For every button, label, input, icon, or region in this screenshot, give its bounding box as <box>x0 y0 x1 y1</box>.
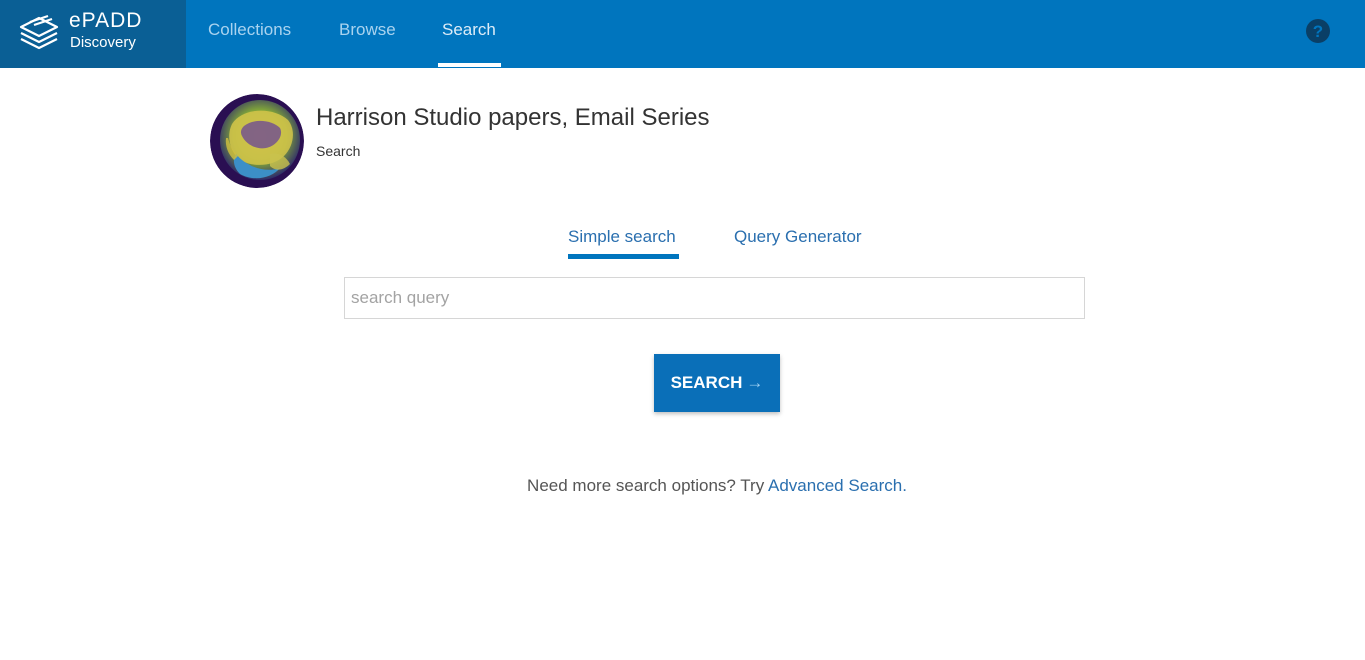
nav-active-indicator <box>438 63 501 67</box>
brand-name: ePADD <box>69 9 143 32</box>
nav-browse[interactable]: Browse <box>339 0 396 68</box>
brand-logo[interactable]: ePADD Discovery <box>0 0 186 68</box>
search-button[interactable]: SEARCH → <box>654 354 780 412</box>
nav-collections[interactable]: Collections <box>208 0 291 68</box>
collection-image <box>210 94 304 188</box>
collection-title: Harrison Studio papers, Email Series <box>316 104 710 131</box>
nav-search[interactable]: Search <box>442 0 496 68</box>
question-circle-icon[interactable]: ? <box>1305 18 1331 44</box>
svg-text:?: ? <box>1313 22 1323 41</box>
brand-subtitle: Discovery <box>70 34 136 51</box>
page-subtitle: Search <box>316 143 361 159</box>
hint-suffix: . <box>902 476 907 495</box>
search-input[interactable] <box>344 277 1085 319</box>
arrow-right-icon: → <box>746 373 764 392</box>
tab-active-indicator <box>568 254 679 259</box>
tab-simple-search[interactable]: Simple search <box>568 227 676 247</box>
globe-image <box>210 94 304 188</box>
hint-text: Need more search options? Try <box>527 476 769 495</box>
search-button-label: SEARCH <box>670 373 743 392</box>
advanced-search-hint: Need more search options? Try Advanced S… <box>0 476 1365 496</box>
tab-query-generator[interactable]: Query Generator <box>734 227 862 247</box>
top-navbar: ePADD Discovery Collections Browse Searc… <box>0 0 1365 68</box>
advanced-search-link[interactable]: Advanced Search <box>768 476 902 495</box>
layers-icon <box>19 14 59 50</box>
